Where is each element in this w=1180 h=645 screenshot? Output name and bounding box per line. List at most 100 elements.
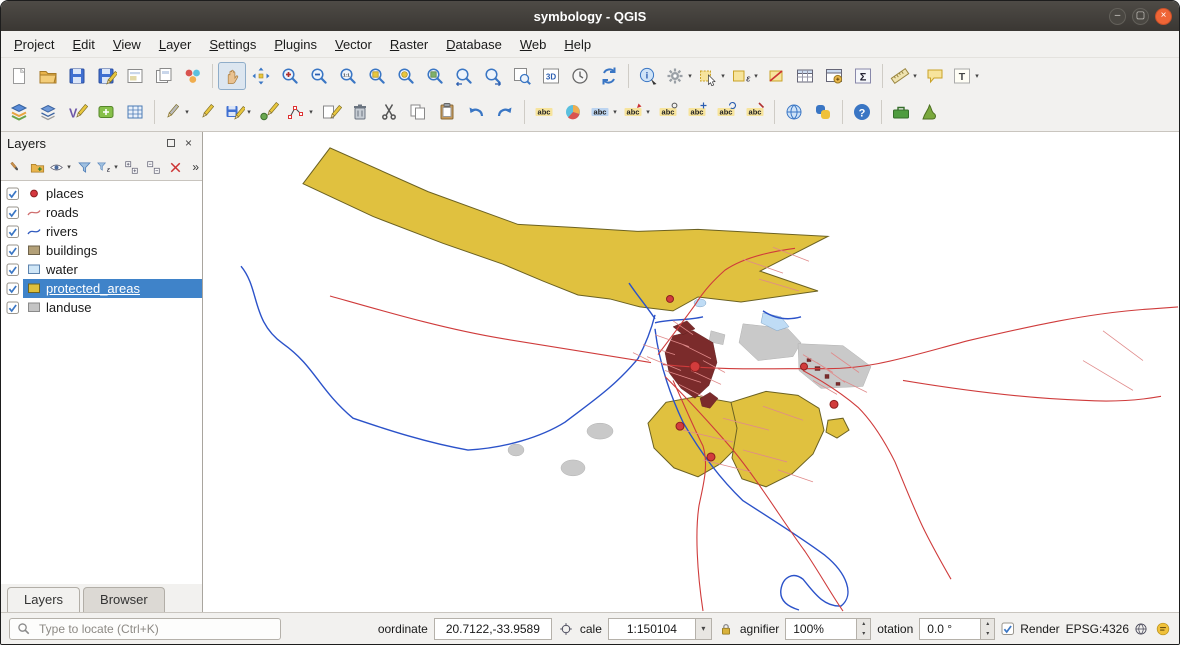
layer-labeling-button[interactable]: abc: [530, 98, 558, 126]
layer-visibility-checkbox[interactable]: [6, 206, 20, 220]
menu-help[interactable]: Help: [555, 34, 600, 55]
layer-item-buildings[interactable]: buildings: [1, 241, 202, 260]
magnifier-stepper[interactable]: ▴▾: [856, 619, 870, 639]
save-project-as-button[interactable]: [92, 62, 120, 90]
menu-project[interactable]: Project: [5, 34, 63, 55]
new-project-button[interactable]: [5, 62, 33, 90]
layer-row-body[interactable]: buildings: [23, 241, 202, 260]
layer-row-body[interactable]: roads: [23, 203, 202, 222]
layer-item-roads[interactable]: roads: [1, 203, 202, 222]
add-vector-layer-button[interactable]: [34, 98, 62, 126]
maximize-button[interactable]: ▢: [1132, 8, 1149, 25]
layer-item-places[interactable]: places: [1, 184, 202, 203]
vertex-tool-button[interactable]: ▾: [284, 98, 316, 126]
menu-vector[interactable]: Vector: [326, 34, 381, 55]
toolbar-overflow-icon[interactable]: »: [192, 160, 199, 174]
current-edits-button[interactable]: ▾: [160, 98, 192, 126]
statistical-summary-button[interactable]: Σ: [849, 62, 877, 90]
modify-attributes-button[interactable]: [317, 98, 345, 126]
menu-view[interactable]: View: [104, 34, 150, 55]
tab-browser[interactable]: Browser: [83, 587, 165, 612]
layer-item-rivers[interactable]: rivers: [1, 222, 202, 241]
identify-features-button[interactable]: i: [634, 62, 662, 90]
layer-item-landuse[interactable]: landuse: [1, 298, 202, 317]
zoom-to-selection-button[interactable]: [392, 62, 420, 90]
menu-database[interactable]: Database: [437, 34, 511, 55]
measure-button[interactable]: ▾: [888, 62, 920, 90]
rotate-label-button[interactable]: abc: [712, 98, 740, 126]
menu-settings[interactable]: Settings: [200, 34, 265, 55]
expand-all-button[interactable]: [120, 156, 142, 178]
layer-visibility-checkbox[interactable]: [6, 244, 20, 258]
float-panel-icon[interactable]: [163, 136, 178, 151]
render-checkbox[interactable]: Render: [1001, 622, 1059, 636]
open-project-button[interactable]: [34, 62, 62, 90]
crs-status[interactable]: EPSG:4326: [1066, 621, 1149, 637]
style-manager-button[interactable]: [179, 62, 207, 90]
new-virtual-layer-button[interactable]: [121, 98, 149, 126]
temporal-controller-button[interactable]: [566, 62, 594, 90]
select-by-expression-button[interactable]: ε▾: [729, 62, 761, 90]
close-panel-icon[interactable]: ×: [181, 136, 196, 151]
cut-features-button[interactable]: [375, 98, 403, 126]
zoom-full-button[interactable]: [363, 62, 391, 90]
scale-combobox[interactable]: 1:150104 ▾: [608, 618, 712, 640]
zoom-last-button[interactable]: [450, 62, 478, 90]
new-print-layout-button[interactable]: [121, 62, 149, 90]
processing-toolbox-button[interactable]: [887, 98, 915, 126]
copy-features-button[interactable]: [404, 98, 432, 126]
layer-row-body[interactable]: water: [23, 260, 202, 279]
layer-visibility-checkbox[interactable]: [6, 263, 20, 277]
lock-scale-icon[interactable]: [718, 621, 734, 637]
refresh-button[interactable]: [595, 62, 623, 90]
select-by-expression-dropdown-icon[interactable]: ▾: [752, 72, 760, 80]
delete-selected-button[interactable]: [346, 98, 374, 126]
zoom-native-button[interactable]: 1:1: [334, 62, 362, 90]
titlebar[interactable]: symbology - QGIS – ▢ ×: [1, 1, 1179, 31]
change-label-button[interactable]: abc: [741, 98, 769, 126]
labeling-options-button[interactable]: abc▾: [588, 98, 620, 126]
layer-visibility-checkbox[interactable]: [6, 282, 20, 296]
locate-input[interactable]: [37, 621, 274, 637]
save-layer-edits-button[interactable]: ▾: [222, 98, 254, 126]
select-features-button[interactable]: ▾: [696, 62, 728, 90]
collapse-all-button[interactable]: [142, 156, 164, 178]
close-button[interactable]: ×: [1155, 8, 1172, 25]
zoom-in-button[interactable]: [276, 62, 304, 90]
open-field-calculator-button[interactable]: [820, 62, 848, 90]
pan-to-selection-button[interactable]: [247, 62, 275, 90]
map-canvas[interactable]: [203, 132, 1179, 612]
show-layout-manager-button[interactable]: [150, 62, 178, 90]
labeling-options-dropdown-icon[interactable]: ▾: [611, 108, 619, 116]
pin-labels-dropdown-icon[interactable]: ▾: [644, 108, 652, 116]
coordinate-input[interactable]: 20.7122,-33.9589: [434, 618, 552, 640]
pin-labels-button[interactable]: abc▾: [621, 98, 653, 126]
zoom-out-button[interactable]: [305, 62, 333, 90]
layer-diagram-button[interactable]: [559, 98, 587, 126]
add-group-button[interactable]: [26, 156, 48, 178]
menu-web[interactable]: Web: [511, 34, 556, 55]
text-annotation-button[interactable]: T▾: [950, 62, 982, 90]
layer-row-body[interactable]: rivers: [23, 222, 202, 241]
run-feature-action-button[interactable]: ▾: [663, 62, 695, 90]
layer-visibility-checkbox[interactable]: [6, 187, 20, 201]
menu-edit[interactable]: Edit: [63, 34, 103, 55]
help-contents-button[interactable]: ?: [848, 98, 876, 126]
move-label-button[interactable]: abc: [683, 98, 711, 126]
zoom-to-layer-button[interactable]: [421, 62, 449, 90]
map-tips-button[interactable]: [921, 62, 949, 90]
layer-visibility-checkbox[interactable]: [6, 225, 20, 239]
new-map-view-button[interactable]: [508, 62, 536, 90]
redo-button[interactable]: [491, 98, 519, 126]
save-project-button[interactable]: [63, 62, 91, 90]
menu-raster[interactable]: Raster: [381, 34, 437, 55]
toggle-editing-button[interactable]: [193, 98, 221, 126]
undo-button[interactable]: [462, 98, 490, 126]
messages-icon[interactable]: [1155, 621, 1171, 637]
paste-features-button[interactable]: [433, 98, 461, 126]
layer-item-water[interactable]: water: [1, 260, 202, 279]
manage-map-themes-dropdown-icon[interactable]: ▾: [65, 163, 73, 171]
layer-row-body[interactable]: protected_areas: [23, 279, 202, 298]
grass-tools-button[interactable]: [916, 98, 944, 126]
add-feature-button[interactable]: [255, 98, 283, 126]
